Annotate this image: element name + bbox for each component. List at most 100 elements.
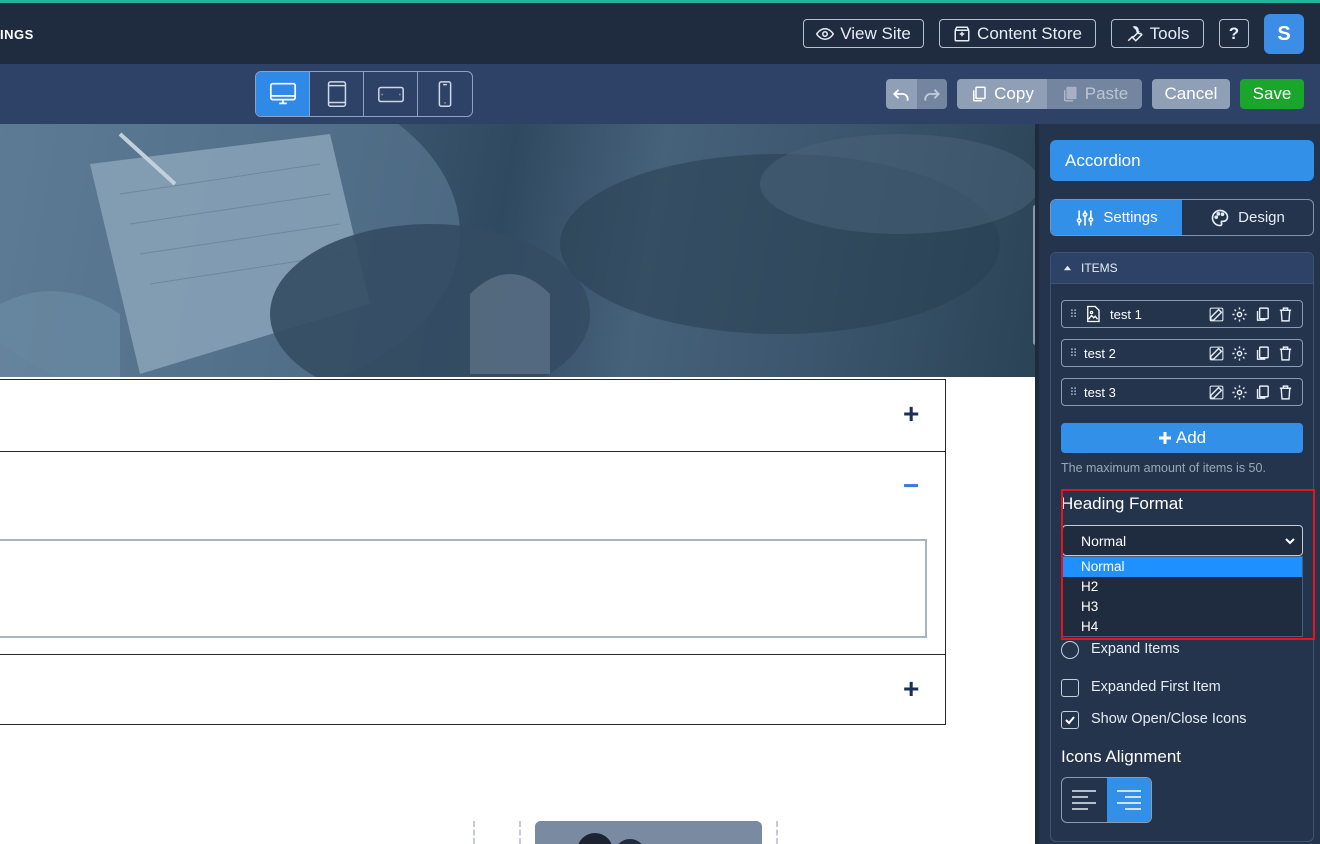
device-desktop-button[interactable] bbox=[256, 72, 310, 116]
redo-icon bbox=[924, 89, 940, 101]
accordion-item[interactable]: + bbox=[0, 654, 946, 725]
save-button[interactable]: Save bbox=[1240, 79, 1304, 109]
icons-alignment-group bbox=[1061, 777, 1152, 823]
expand-plus-icon[interactable]: + bbox=[903, 400, 919, 428]
eye-icon bbox=[816, 27, 835, 40]
plus-icon bbox=[1158, 432, 1171, 444]
gear-icon[interactable] bbox=[1231, 306, 1248, 323]
help-label: ? bbox=[1228, 23, 1240, 43]
add-item-button[interactable]: Add bbox=[1061, 423, 1303, 453]
page-canvas: + − + bbox=[0, 124, 1035, 844]
thumbnail-illustration bbox=[535, 821, 762, 844]
add-item-label: Add bbox=[1175, 428, 1207, 447]
device-tablet-landscape-button[interactable] bbox=[364, 72, 418, 116]
expand-items-radio[interactable] bbox=[1061, 641, 1079, 659]
duplicate-icon[interactable] bbox=[1254, 345, 1271, 362]
list-item[interactable]: ⠿ test 2 bbox=[1061, 339, 1303, 367]
icons-alignment-label: Icons Alignment bbox=[1061, 747, 1182, 766]
gear-icon[interactable] bbox=[1231, 384, 1248, 401]
accordion-content-area[interactable] bbox=[0, 539, 927, 638]
items-section: ITEMS ⠿ test 1 ⠿ test 2 ⠿ test 3 Add The… bbox=[1050, 252, 1315, 842]
drag-handle-icon[interactable]: ⠿ bbox=[1062, 308, 1084, 321]
undo-icon bbox=[893, 89, 909, 101]
desktop-icon bbox=[269, 82, 296, 105]
palette-icon bbox=[1211, 209, 1229, 226]
sliders-icon bbox=[1077, 210, 1094, 225]
copy-label: Copy bbox=[994, 84, 1034, 103]
drag-handle-icon[interactable]: ⠿ bbox=[1062, 347, 1084, 360]
content-store-label: Content Store bbox=[977, 23, 1082, 43]
edit-icon[interactable] bbox=[1208, 384, 1225, 401]
item-label: test 2 bbox=[1084, 345, 1116, 361]
column-guide bbox=[776, 821, 778, 844]
editor-toolbar: Copy Paste Cancel Save bbox=[0, 64, 1320, 124]
duplicate-icon[interactable] bbox=[1254, 306, 1271, 323]
accordion-item[interactable]: + bbox=[0, 379, 946, 452]
device-switcher bbox=[255, 71, 473, 117]
tablet-icon bbox=[327, 81, 346, 107]
redo-button[interactable] bbox=[916, 79, 947, 109]
tools-button[interactable]: Tools bbox=[1111, 19, 1204, 48]
duplicate-icon[interactable] bbox=[1254, 384, 1271, 401]
user-avatar[interactable]: S bbox=[1264, 14, 1304, 54]
expanded-first-item-label: Expanded First Item bbox=[1091, 679, 1221, 695]
show-icons-checkbox[interactable] bbox=[1061, 711, 1079, 729]
undo-button[interactable] bbox=[886, 79, 917, 109]
tab-design[interactable]: Design bbox=[1182, 200, 1313, 235]
align-left-button[interactable] bbox=[1062, 778, 1107, 822]
column-guide bbox=[473, 821, 475, 844]
tab-design-label: Design bbox=[1238, 209, 1285, 226]
edit-icon[interactable] bbox=[1208, 306, 1225, 323]
hero-image bbox=[0, 124, 1035, 377]
max-items-hint: The maximum amount of items is 50. bbox=[1061, 461, 1266, 475]
item-actions bbox=[1208, 306, 1302, 323]
item-label: test 1 bbox=[1110, 306, 1142, 322]
items-section-header[interactable]: ITEMS bbox=[1051, 253, 1313, 284]
list-item[interactable]: ⠿ test 3 bbox=[1061, 378, 1303, 406]
caret-up-icon bbox=[1063, 265, 1072, 270]
item-actions bbox=[1208, 384, 1302, 401]
store-icon bbox=[954, 26, 970, 41]
column-guide bbox=[519, 821, 521, 844]
copy-button[interactable]: Copy bbox=[957, 79, 1047, 109]
help-button[interactable]: ? bbox=[1219, 19, 1249, 48]
device-tablet-portrait-button[interactable] bbox=[310, 72, 364, 116]
tab-settings[interactable]: Settings bbox=[1051, 200, 1182, 235]
view-site-button[interactable]: View Site bbox=[803, 19, 924, 48]
expand-plus-icon[interactable]: + bbox=[903, 675, 919, 703]
expanded-first-item-checkbox[interactable] bbox=[1061, 679, 1079, 697]
thumbnail-image bbox=[535, 821, 762, 844]
view-site-label: View Site bbox=[840, 23, 911, 43]
list-item[interactable]: ⠿ test 1 bbox=[1061, 300, 1303, 328]
align-right-icon bbox=[1116, 790, 1141, 810]
item-label: test 3 bbox=[1084, 384, 1116, 400]
content-store-button[interactable]: Content Store bbox=[939, 19, 1096, 48]
paste-button[interactable]: Paste bbox=[1047, 79, 1142, 109]
show-icons-label: Show Open/Close Icons bbox=[1091, 711, 1247, 727]
drag-handle-icon[interactable]: ⠿ bbox=[1062, 386, 1084, 399]
copy-icon bbox=[973, 86, 986, 102]
tablet-landscape-icon bbox=[377, 86, 404, 103]
paste-label: Paste bbox=[1084, 84, 1129, 103]
align-left-icon bbox=[1072, 790, 1097, 810]
device-mobile-button[interactable] bbox=[418, 72, 472, 116]
mobile-icon bbox=[438, 81, 452, 107]
expand-items-label: Expand Items bbox=[1091, 641, 1180, 657]
cancel-button[interactable]: Cancel bbox=[1152, 79, 1230, 109]
panel-tabs: Settings Design bbox=[1050, 199, 1314, 236]
collapse-minus-icon[interactable]: − bbox=[903, 472, 919, 500]
tab-settings-label: Settings bbox=[1103, 209, 1158, 226]
trash-icon[interactable] bbox=[1277, 306, 1294, 323]
edit-icon[interactable] bbox=[1208, 345, 1225, 362]
items-section-title: ITEMS bbox=[1081, 261, 1118, 275]
settings-panel: Accordion Settings Design ITEMS ⠿ test 1 bbox=[1039, 124, 1320, 844]
gear-icon[interactable] bbox=[1231, 345, 1248, 362]
align-right-button[interactable] bbox=[1106, 778, 1151, 822]
panel-title: Accordion bbox=[1050, 140, 1314, 181]
trash-icon[interactable] bbox=[1277, 384, 1294, 401]
trash-icon[interactable] bbox=[1277, 345, 1294, 362]
image-icon bbox=[1087, 305, 1100, 323]
hero-photo-illustration bbox=[0, 124, 1035, 377]
checkmark-icon bbox=[1065, 716, 1075, 725]
tools-label: Tools bbox=[1149, 23, 1190, 43]
